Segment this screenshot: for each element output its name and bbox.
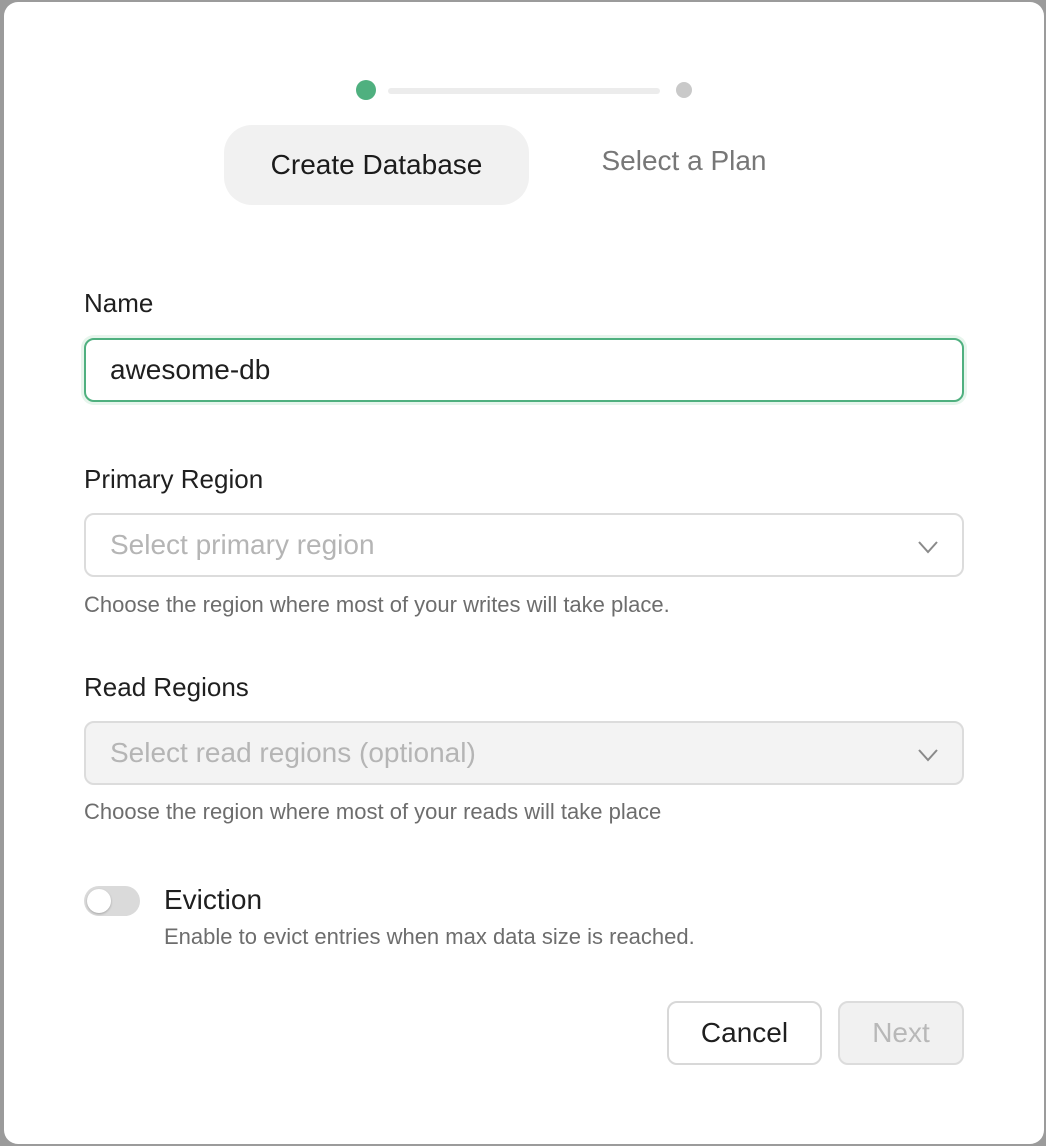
name-input-value: awesome-db	[110, 354, 271, 385]
eviction-description: Enable to evict entries when max data si…	[164, 924, 695, 949]
chevron-down-icon	[918, 749, 938, 762]
eviction-toggle[interactable]	[84, 886, 140, 916]
step-indicator-inactive	[676, 82, 692, 98]
primary-region-help: Choose the region where most of your wri…	[84, 592, 670, 617]
read-regions-help: Choose the region where most of your rea…	[84, 799, 662, 824]
primary-region-placeholder: Select primary region	[110, 529, 375, 560]
eviction-label: Eviction	[164, 884, 263, 915]
tab-create-database[interactable]: Create Database	[224, 125, 529, 205]
read-regions-label: Read Regions	[84, 672, 249, 702]
chevron-down-icon	[918, 541, 938, 554]
step-progress-line	[388, 88, 660, 94]
stepper	[356, 78, 700, 102]
create-database-dialog: Create Database Select a Plan Name aweso…	[4, 2, 1044, 1144]
tab-select-plan[interactable]: Select a Plan	[529, 121, 839, 201]
primary-region-label: Primary Region	[84, 464, 264, 494]
cancel-button[interactable]: Cancel	[667, 1001, 822, 1065]
eviction-toggle-knob	[87, 889, 111, 913]
primary-region-select[interactable]: Select primary region	[84, 513, 964, 577]
read-regions-placeholder: Select read regions (optional)	[110, 737, 476, 768]
next-button[interactable]: Next	[838, 1001, 964, 1065]
step-indicator-active	[356, 80, 376, 100]
name-label: Name	[84, 288, 154, 318]
name-input[interactable]: awesome-db	[84, 338, 964, 402]
read-regions-select[interactable]: Select read regions (optional)	[84, 721, 964, 785]
